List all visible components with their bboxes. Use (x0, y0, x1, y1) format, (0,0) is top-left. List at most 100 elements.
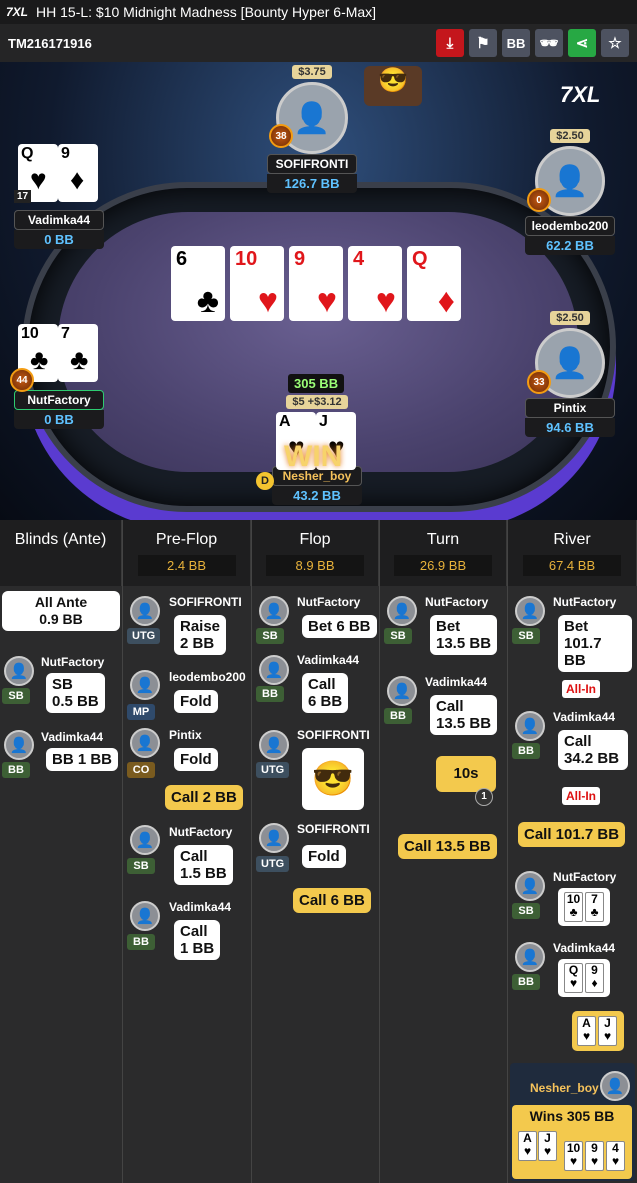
player-avatar: 👤 (515, 711, 545, 741)
action-bubble: SB 0.5 BB (46, 673, 105, 713)
seat-leodembo200[interactable]: $2.50 👤 0 leodembo200 62.2 BB (525, 126, 615, 255)
hand-id: TM216171916 (8, 35, 92, 51)
emoji-sticker: 😎 (302, 748, 364, 810)
board-card: Q ♦ (407, 246, 461, 321)
bb-toggle-button[interactable]: BB (502, 29, 530, 57)
player-name: SOFIFRONTI (267, 154, 357, 174)
position-badge: SB (512, 903, 540, 919)
bounty-amount: $5 +$3.12 (286, 395, 348, 409)
position-badge: BB (256, 686, 284, 702)
hole-cards: 10 ♣ 7 ♣ 44 (10, 324, 104, 392)
player-avatar: 👤 (515, 942, 545, 972)
seat-nutfactory[interactable]: 10 ♣ 7 ♣ 44 NutFactory 0 BB (10, 324, 104, 429)
shown-cards: 10 ♣ 7 ♣ (558, 888, 610, 926)
mini-card: 7 ♣ (585, 892, 604, 922)
app-logo: 7XL (6, 5, 29, 19)
ante-action: All Ante 0.9 BB (2, 591, 120, 631)
level-badge: 17 (14, 190, 32, 203)
hero-action-bubble: Call 6 BB (293, 888, 371, 913)
action-bubble: Raise 2 BB (174, 615, 227, 655)
hole-card: 9 ♦ (58, 144, 98, 202)
player-name: SOFIFRONTI (297, 822, 370, 836)
player-avatar: 👤 (130, 670, 160, 700)
mini-card: 9 ♦ (585, 963, 604, 993)
column-header: Turn 26.9 BB (380, 520, 507, 586)
mini-card: A ♥ (518, 1131, 537, 1161)
hole-cards: A ♥ J ♥ WIN (272, 410, 362, 473)
player-name: NutFactory (297, 595, 361, 609)
action-bubble: Fold (302, 845, 346, 868)
star-icon: ☆ (608, 35, 622, 52)
hand-history: Blinds (Ante) Pre-Flop 2.4 BB Flop 8.9 BB … (0, 520, 637, 1183)
position-badge: UTG (256, 856, 290, 872)
action-bubble: Bet 6 BB (302, 615, 377, 638)
hero-action-bubble: Call 2 BB (165, 785, 243, 810)
player-name: Pintix (169, 728, 202, 742)
download-button[interactable]: ⤓ (436, 29, 464, 57)
action-bubble: Fold (174, 690, 218, 713)
share-button[interactable]: ⋖ (568, 29, 596, 57)
flag-icon: ⚑ (476, 35, 490, 52)
player-stack: 0 BB (14, 410, 104, 429)
winner-name: Nesher_boy (530, 1081, 599, 1095)
action-bubble: Call 34.2 BB (558, 730, 628, 770)
player-name: Vadimka44 (41, 730, 104, 744)
player-stack: 0 BB (14, 230, 104, 249)
dealer-button: D (256, 472, 274, 490)
board-card: 9 ♥ (289, 246, 343, 321)
hole-cards: Q ♥ 9 ♦ 17 (14, 144, 104, 210)
mini-card: A ♥ (577, 1016, 596, 1046)
player-avatar: 👤 (259, 730, 289, 760)
hand-toolbar: TM216171916 ⤓ ⚑ BB 🕶 ⋖ ☆ (0, 24, 637, 62)
player-name: NutFactory (425, 595, 489, 609)
position-badge: BB (512, 974, 540, 990)
position-badge: SB (512, 628, 540, 644)
incognito-icon: 🕶 (539, 35, 559, 52)
win-banner: WIN (284, 440, 343, 473)
favorite-button[interactable]: ☆ (601, 29, 629, 57)
emoji-sticker: 😎 (364, 66, 422, 106)
window-title: HH 15-L: $10 Midnight Madness [Bounty Hy… (36, 4, 377, 20)
seat-nesher-boy[interactable]: $5 +$3.12 A ♥ J ♥ WIN Nesher_boy 43.2 BB D (256, 392, 362, 505)
column-header: Blinds (Ante) (0, 520, 122, 586)
player-avatar: 👤 (130, 596, 160, 626)
player-stack: 126.7 BB (267, 174, 357, 193)
download-icon: ⤓ (446, 34, 454, 52)
player-avatar: 👤 (259, 823, 289, 853)
player-name: Vadimka44 (14, 210, 104, 230)
player-avatar: 👤 (4, 730, 34, 760)
share-icon: ⋖ (575, 35, 589, 52)
poker-table: 7XL 6 ♣ 10 ♥ 9 ♥ 4 ♥ Q ♦ 305 BB $3.75 👤 38 SO… (0, 62, 637, 520)
player-name: leodembo200 (169, 670, 246, 684)
hide-names-button[interactable]: 🕶 (535, 29, 563, 57)
time-bank-bubble: 10s (436, 756, 496, 792)
hero-action-bubble: Call 101.7 BB (518, 822, 626, 847)
all-in-badge: All-In (562, 787, 600, 805)
report-button[interactable]: ⚑ (469, 29, 497, 57)
position-badge: CO (127, 762, 155, 778)
window-titlebar: 7XL HH 15-L: $10 Midnight Madness [Bount… (0, 0, 637, 24)
bounty-amount: $2.50 (550, 311, 590, 325)
board-card: 10 ♥ (230, 246, 284, 321)
shown-cards: Q ♥ 9 ♦ (558, 959, 610, 997)
action-bubble: Bet 101.7 BB (558, 615, 632, 672)
player-avatar: 👤 (130, 901, 160, 931)
win-amount: Wins 305 BB (529, 1108, 615, 1124)
seat-vadimka44[interactable]: Q ♥ 9 ♦ 17 Vadimka44 0 BB (14, 144, 104, 249)
player-name: leodembo200 (525, 216, 615, 236)
position-badge: SB (127, 858, 155, 874)
action-bubble: Call 6 BB (302, 673, 349, 713)
seat-sofifronti[interactable]: $3.75 👤 38 SOFIFRONTI 126.7 BB (267, 62, 357, 193)
mini-card: 10 ♥ (564, 1141, 583, 1171)
seat-pintix[interactable]: $2.50 👤 33 Pintix 94.6 BB (525, 308, 615, 437)
mini-card: 10 ♣ (564, 892, 583, 922)
player-stack: 94.6 BB (525, 418, 615, 437)
position-badge: SB (2, 688, 30, 704)
level-badge: 38 (269, 124, 293, 148)
level-badge: 33 (527, 370, 551, 394)
action-bubble: Bet 13.5 BB (430, 615, 498, 655)
hero-action-bubble: Call 13.5 BB (398, 834, 497, 859)
position-badge: UTG (256, 762, 290, 778)
action-bubble: Call 1 BB (174, 920, 221, 960)
player-avatar: 👤 (4, 656, 34, 686)
